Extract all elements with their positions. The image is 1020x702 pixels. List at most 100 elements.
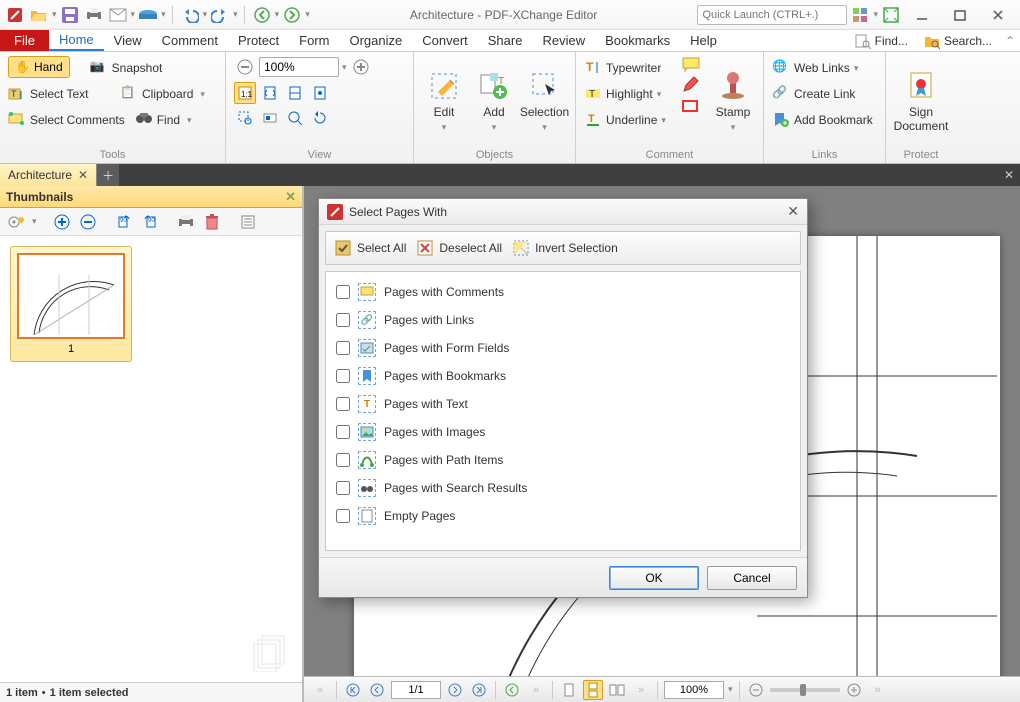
hand-tool-button[interactable]: ✋Hand — [8, 56, 70, 78]
find-tool-button[interactable]: Find▾ — [135, 108, 192, 132]
thumbnail-item[interactable]: 1 — [10, 246, 132, 362]
tab-view[interactable]: View — [104, 30, 152, 51]
options-icon[interactable] — [6, 211, 28, 233]
checkbox[interactable] — [336, 397, 350, 411]
email-icon[interactable] — [107, 4, 129, 26]
scan-icon[interactable] — [137, 4, 159, 26]
quick-launch-input[interactable] — [697, 5, 847, 25]
selection-button[interactable]: Selection▾ — [522, 68, 567, 135]
sign-document-button[interactable]: Sign Document — [894, 56, 948, 147]
dropdown-caret-icon[interactable]: ▾ — [161, 9, 166, 20]
zoom-input[interactable] — [259, 57, 339, 77]
select-comments-button[interactable]: Select Comments — [8, 108, 125, 132]
web-links-button[interactable]: 🌐Web Links▾ — [772, 56, 877, 80]
checkbox[interactable] — [336, 313, 350, 327]
checkbox[interactable] — [336, 425, 350, 439]
maximize-button[interactable] — [942, 3, 978, 27]
stamp-button[interactable]: Stamp▾ — [711, 56, 755, 147]
reduce-icon[interactable] — [77, 211, 99, 233]
checkbox[interactable] — [336, 285, 350, 299]
zoom-in-button[interactable] — [350, 56, 372, 78]
underline-button[interactable]: TUnderline▾ — [584, 108, 675, 132]
thumbnails-body[interactable]: 1 — [0, 236, 302, 682]
enlarge-icon[interactable] — [51, 211, 73, 233]
dropdown-caret-icon[interactable]: ▾ — [131, 9, 136, 20]
tab-convert[interactable]: Convert — [412, 30, 478, 51]
option-images[interactable]: Pages with Images — [336, 418, 790, 446]
dropdown-caret-icon[interactable]: ▾ — [873, 9, 878, 20]
checkbox[interactable] — [336, 481, 350, 495]
option-search-results[interactable]: Pages with Search Results — [336, 474, 790, 502]
close-all-icon[interactable]: ✕ — [998, 164, 1020, 186]
select-all-button[interactable]: Select All — [334, 239, 406, 257]
dropdown-caret-icon[interactable]: ▾ — [275, 9, 280, 20]
zoom-out-nav-icon[interactable] — [746, 680, 766, 700]
save-icon[interactable] — [59, 4, 81, 26]
deselect-all-button[interactable]: Deselect All — [416, 239, 502, 257]
next-view-icon[interactable]: » — [526, 680, 546, 700]
fit-width-icon[interactable] — [284, 82, 306, 104]
ui-options-icon[interactable] — [849, 4, 871, 26]
continuous-icon[interactable] — [583, 680, 603, 700]
checkbox[interactable] — [336, 453, 350, 467]
new-tab-button[interactable]: ＋ — [97, 164, 119, 186]
checkbox[interactable] — [336, 369, 350, 383]
close-panel-icon[interactable]: ✕ — [285, 189, 296, 205]
zoom-in-nav-icon[interactable] — [844, 680, 864, 700]
tab-help[interactable]: Help — [680, 30, 727, 51]
tab-comment[interactable]: Comment — [152, 30, 228, 51]
two-pages-icon[interactable] — [607, 680, 627, 700]
close-tab-icon[interactable]: ✕ — [78, 168, 88, 182]
nav-forward-icon[interactable] — [281, 4, 303, 26]
minimize-button[interactable] — [904, 3, 940, 27]
zoom-marquee-icon[interactable] — [234, 107, 256, 129]
option-links[interactable]: 🔗Pages with Links — [336, 306, 790, 334]
zoom-out-button[interactable] — [234, 56, 256, 78]
first-page-icon[interactable] — [343, 680, 363, 700]
sticky-note-icon[interactable] — [681, 56, 705, 72]
close-button[interactable] — [980, 3, 1016, 27]
layout-more-icon[interactable]: » — [631, 680, 651, 700]
invert-selection-button[interactable]: Invert Selection — [512, 239, 618, 257]
dropdown-caret-icon[interactable]: ▾ — [52, 9, 57, 20]
rotate-icon[interactable] — [309, 107, 331, 129]
ok-button[interactable]: OK — [609, 566, 699, 590]
dialog-close-icon[interactable]: ✕ — [787, 203, 799, 220]
option-empty-pages[interactable]: Empty Pages — [336, 502, 790, 530]
dropdown-caret-icon[interactable]: ▾ — [203, 9, 208, 20]
highlight-button[interactable]: THighlight▾ — [584, 82, 675, 106]
zoom-level-input[interactable] — [664, 681, 724, 699]
checkbox[interactable] — [336, 341, 350, 355]
tab-protect[interactable]: Protect — [228, 30, 289, 51]
option-bookmarks[interactable]: Pages with Bookmarks — [336, 362, 790, 390]
snapshot-button[interactable]: 📷Snapshot — [90, 56, 163, 80]
fit-page-icon[interactable] — [259, 82, 281, 104]
nav-back-icon[interactable] — [251, 4, 273, 26]
option-form-fields[interactable]: Pages with Form Fields — [336, 334, 790, 362]
fullscreen-icon[interactable] — [880, 4, 902, 26]
add-button[interactable]: T Add▾ — [472, 68, 516, 135]
typewriter-button[interactable]: TTypewriter — [584, 56, 675, 80]
delete-icon[interactable] — [201, 211, 223, 233]
select-text-button[interactable]: TSelect Text — [8, 82, 100, 106]
option-comments[interactable]: Pages with Comments — [336, 278, 790, 306]
next-page-icon[interactable] — [445, 680, 465, 700]
single-page-icon[interactable] — [559, 680, 579, 700]
tab-review[interactable]: Review — [532, 30, 595, 51]
print-icon[interactable] — [83, 4, 105, 26]
edit-button[interactable]: Edit▾ — [422, 68, 466, 135]
page-number-input[interactable] — [391, 681, 441, 699]
loupe-icon[interactable] — [284, 107, 306, 129]
tab-bookmarks[interactable]: Bookmarks — [595, 30, 680, 51]
prev-view-icon[interactable] — [502, 680, 522, 700]
prev-page-icon[interactable] — [367, 680, 387, 700]
properties-icon[interactable] — [237, 211, 259, 233]
option-text[interactable]: TPages with Text — [336, 390, 790, 418]
last-page-icon[interactable] — [469, 680, 489, 700]
zoom-slider[interactable] — [770, 688, 840, 692]
dropdown-caret-icon[interactable]: ▾ — [233, 9, 238, 20]
search-button[interactable]: Search... — [916, 30, 1000, 51]
nav-menu-left-icon[interactable]: « — [310, 680, 330, 700]
tab-organize[interactable]: Organize — [339, 30, 412, 51]
add-bookmark-button[interactable]: Add Bookmark — [772, 108, 877, 132]
